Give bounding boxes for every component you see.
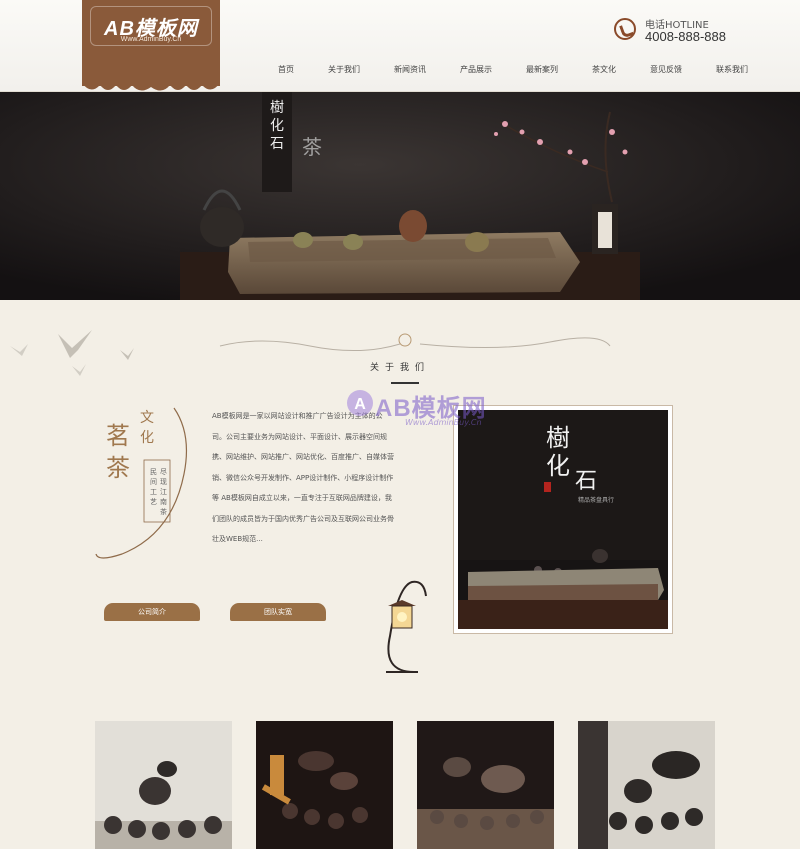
nav-home[interactable]: 首页 — [278, 64, 294, 84]
photo-title-char-2: 化 — [546, 452, 570, 480]
svg-text:A: A — [354, 396, 366, 413]
lantern-icon — [386, 580, 427, 673]
logo-subtitle: Www.AdminBuy.Cn — [120, 36, 182, 43]
product-card-2[interactable] — [256, 721, 393, 849]
svg-text:化: 化 — [140, 430, 154, 446]
phone-icon — [614, 18, 636, 40]
calligraphy-mingcha: 茗 — [106, 422, 130, 450]
product-image-4 — [578, 721, 715, 849]
banner-tea-scene: 樹 化 石 茶 — [0, 92, 800, 300]
nav-feedback[interactable]: 意见反馈 — [650, 64, 682, 84]
svg-text:民: 民 — [150, 468, 157, 476]
about-section: 关于我们 文 化 茗 茶 民 间 工 艺 尽 现 江 南 茶 AB模板网是一家以… — [0, 300, 800, 710]
svg-text:茶: 茶 — [160, 507, 167, 516]
tea-culture-calligraphy: 文 化 茗 茶 民 间 工 艺 尽 现 江 南 茶 — [95, 407, 188, 559]
hero-banner: 樹 化 石 茶 — [0, 92, 800, 300]
main-nav: 首页 关于我们 新闻资讯 产品展示 最新案列 茶文化 意见反馈 联系我们 — [278, 64, 748, 84]
product-image-2 — [256, 721, 393, 849]
nav-tea-culture[interactable]: 茶文化 — [592, 64, 616, 84]
about-photo-image: 樹 化 石 精品茶盘具行 — [458, 410, 668, 629]
photo-title-char-1: 樹 — [546, 424, 570, 452]
nav-about[interactable]: 关于我们 — [328, 64, 360, 84]
site-header: AB模板网 Www.AdminBuy.Cn 电话HOTLINE 4008-888… — [0, 0, 800, 92]
bird-icons — [10, 330, 134, 376]
team-button[interactable]: 团队实宽 — [230, 603, 326, 621]
svg-text:茶: 茶 — [302, 135, 322, 159]
product-card-1[interactable] — [95, 721, 232, 849]
svg-text:江: 江 — [160, 488, 167, 496]
svg-text:工: 工 — [150, 488, 157, 496]
svg-text:现: 现 — [160, 478, 167, 486]
title-underline — [391, 382, 419, 384]
banner-seal-char-1: 樹 — [270, 100, 284, 116]
nav-contact[interactable]: 联系我们 — [716, 64, 748, 84]
svg-text:间: 间 — [150, 478, 157, 486]
svg-text:艺: 艺 — [150, 498, 157, 506]
watermark-url: Www.AdminBuy.Cn — [405, 418, 482, 427]
nav-products[interactable]: 产品展示 — [460, 64, 492, 84]
company-intro-button[interactable]: 公司简介 — [104, 603, 200, 621]
section-title: 关于我们 — [369, 363, 430, 373]
nav-news[interactable]: 新闻资讯 — [394, 64, 426, 84]
svg-text:茶: 茶 — [106, 454, 130, 482]
about-photo[interactable]: 樹 化 石 精品茶盘具行 — [453, 405, 673, 634]
svg-text:南: 南 — [160, 497, 167, 506]
banner-seal-char-3: 石 — [270, 136, 284, 152]
product-image-1 — [95, 721, 232, 849]
photo-caption: 精品茶盘具行 — [578, 496, 614, 504]
banner-seal-char-2: 化 — [270, 118, 284, 134]
svg-text:尽: 尽 — [160, 468, 167, 476]
product-card-4[interactable] — [578, 721, 715, 849]
about-paragraph: AB模板网是一家以网站设计和推广广告设计为主体的公司。公司主要业务为网站设计、平… — [212, 412, 394, 543]
logo[interactable]: AB模板网 Www.AdminBuy.Cn — [82, 0, 220, 91]
title-ornament — [219, 333, 611, 351]
hotline-number[interactable]: 4008-888-888 — [645, 29, 726, 44]
product-card-3[interactable] — [417, 721, 554, 849]
watermark-logo-icon: A — [347, 390, 373, 416]
product-strip — [0, 710, 800, 849]
nav-cases[interactable]: 最新案列 — [526, 64, 558, 84]
calligraphy-wenhua: 文 — [140, 410, 154, 426]
photo-title-char-3: 石 — [575, 469, 597, 494]
product-image-3 — [417, 721, 554, 849]
